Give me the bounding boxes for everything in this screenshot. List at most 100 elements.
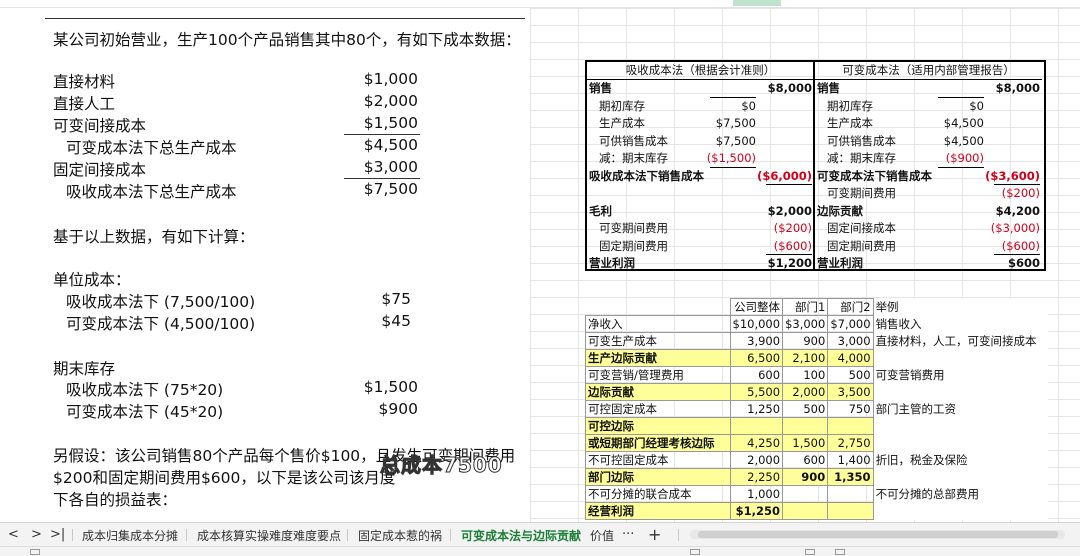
statement-row: 固定期间费用 ($600) — [815, 238, 1042, 255]
segment-note: 折旧，税金及保险 — [873, 451, 1049, 469]
statement-row-label: 减：期末库存 — [599, 151, 668, 165]
statement-subtotal-value: $0 — [741, 98, 756, 113]
segment-value-cell: 600 — [782, 451, 829, 469]
statement-subtotal-value: $4,500 — [943, 133, 984, 148]
segment-row: 部门边际 2,250 900 1,350 — [585, 468, 1049, 486]
cost-item-value: $4,500 — [363, 136, 418, 154]
statement-row: 减：期末库存 ($900) — [815, 150, 1042, 167]
segment-row-label: 经营利润 — [585, 502, 731, 520]
scrollbar-thumb[interactable] — [698, 531, 1058, 538]
segment-header-row: 公司整体 部门1 部门2 举例 — [586, 298, 1049, 316]
statement-row-label: 生产成本 — [599, 116, 645, 130]
statement-row-label: 营业利润 — [817, 256, 863, 270]
segment-row: 可变营销/管理费用 600 100 500 可变营销费用 — [585, 366, 1049, 384]
cost-item-value: $1,500 — [363, 114, 418, 132]
segment-value-cell — [827, 502, 874, 520]
absorption-header: 吸收成本法（根据会计准则） — [587, 62, 814, 80]
segment-note — [873, 502, 1049, 520]
next-sheet-arrow-icon[interactable]: > — [31, 527, 42, 542]
segment-note — [873, 468, 1049, 486]
segment-value-cell: 4,250 — [729, 434, 784, 452]
view-page-icon[interactable] — [835, 549, 845, 555]
statement-row: 毛利 $2,000 — [587, 203, 814, 220]
segment-row-label: 不可控固定成本 — [585, 451, 731, 469]
segment-header-cell — [586, 299, 731, 316]
statement-subtotal-value: ($900) — [945, 151, 984, 165]
segment-header-cell: 部门2 — [827, 298, 874, 316]
statement-subtotal-value: ($1,500) — [706, 151, 756, 165]
unit-cost-value: $75 — [381, 290, 411, 308]
segment-value-cell: 1,000 — [729, 485, 784, 503]
subtotal-rule — [344, 134, 420, 135]
tab-cost-allocation[interactable]: 成本归集成本分摊 — [82, 527, 178, 544]
statement-row-label: 减：期末库存 — [827, 151, 896, 165]
segment-value-cell — [729, 417, 784, 435]
view-normal-icon[interactable] — [690, 549, 700, 555]
segment-value-cell: 900 — [782, 332, 829, 350]
segment-row: 可控边际 — [585, 417, 1049, 435]
segment-value-cell: 2,000 — [782, 383, 829, 401]
statement-row: 生产成本 $4,500 — [815, 115, 1042, 132]
statement-total-value: ($6,000) — [757, 168, 812, 183]
statement-total-value: $4,200 — [995, 203, 1040, 218]
tab-value[interactable]: 价值 — [590, 527, 614, 544]
segment-value-cell: 600 — [729, 366, 784, 384]
column-header-strip — [0, 0, 1080, 8]
segment-value-cell — [782, 417, 829, 435]
segment-note: 不可分摊的总部费用 — [873, 485, 1049, 503]
segment-value-cell: $1,250 — [729, 502, 784, 520]
segment-value-cell: 2,000 — [729, 451, 784, 469]
ending-inventory-label: 可变成本法下 (45*20) — [66, 403, 224, 421]
tab-variable-costing[interactable]: 可变成本法与边际贡献 — [461, 527, 582, 548]
horizontal-scrollbar[interactable] — [690, 530, 1065, 539]
segment-row: 可控固定成本 1,250 500 750 部门主管的工资 — [585, 400, 1049, 418]
variable-header: 可变成本法（适用内部管理报告） — [815, 62, 1042, 80]
segment-note: 可变营销费用 — [873, 366, 1049, 384]
segment-row-label: 边际贡献 — [585, 383, 731, 401]
last-sheet-arrow-icon[interactable]: >| — [50, 527, 65, 542]
view-layout-icon[interactable] — [805, 549, 815, 555]
segment-row-label: 净收入 — [585, 315, 731, 333]
more-tabs-button[interactable]: ··· — [622, 527, 634, 542]
statement-row-label: 销售 — [589, 81, 612, 95]
assumption-line-2: $200和固定期间费用$600，以下是该公司该月度 — [53, 469, 396, 487]
statement-row: 销售 $8,000 — [815, 80, 1042, 97]
tab-fixed-cost[interactable]: 固定成本惹的祸 — [358, 527, 442, 544]
tab-costing-difficulty[interactable]: 成本核算实操难度难度要点 — [197, 527, 341, 544]
segment-margin-table: 公司整体 部门1 部门2 举例 净收入 $10,000 $3,000 $7,000 销售收入 可变… — [585, 298, 1049, 520]
cost-item-label: 固定间接成本 — [53, 161, 147, 179]
statement-row: 可变期间费用 ($200) — [815, 185, 1042, 202]
statement-row-label: 固定间接成本 — [827, 221, 896, 235]
segment-note: 部门主管的工资 — [873, 400, 1049, 418]
segment-value-cell: $3,000 — [782, 315, 829, 333]
statement-total-value: $1,200 — [767, 256, 812, 270]
add-sheet-button[interactable]: + — [648, 525, 661, 544]
unit-cost-label: 可变成本法下 (4,500/100) — [66, 315, 256, 333]
segment-value-cell — [827, 417, 874, 435]
statement-underline — [710, 96, 756, 98]
statement-total-value: ($600) — [1001, 238, 1040, 253]
segment-value-cell: 3,000 — [827, 332, 874, 350]
segment-row: 边际贡献 5,500 2,000 3,500 — [585, 383, 1049, 401]
statement-row: 营业利润 $600 — [815, 255, 1042, 272]
statement-row-label: 可供销售成本 — [827, 133, 896, 148]
statement-row-label: 可变成本法下销售成本 — [817, 168, 932, 183]
statement-subtotal-value: $7,500 — [715, 116, 756, 130]
income-statement-table: 吸收成本法（根据会计准则） 销售 $8,000 期初库存 $0 生产成本 $7,500 可供… — [585, 60, 1046, 271]
variable-costing-section: 可变成本法（适用内部管理报告） 销售 $8,000 期初库存 $0 生产成本 $4,500… — [815, 62, 1042, 272]
tab-separator — [72, 529, 73, 541]
segment-value-cell: 5,500 — [729, 383, 784, 401]
first-sheet-arrow-icon[interactable]: < — [8, 527, 19, 542]
calc-heading: 基于以上数据，有如下计算： — [53, 228, 255, 246]
statement-row-label: 固定期间费用 — [827, 238, 896, 253]
statement-row-label: 销售 — [817, 81, 840, 95]
segment-row: 可变生产成本 3,900 900 3,000 直接材料，人工，可变间接成本 — [585, 332, 1049, 350]
segment-note: 直接材料，人工，可变间接成本 — [873, 332, 1049, 350]
segment-row: 或短期部门经理考核边际 4,250 1,500 2,750 — [585, 434, 1049, 452]
statement-row: 可供销售成本 $4,500 — [815, 133, 1042, 150]
statement-total-value: ($600) — [773, 238, 812, 253]
ending-inventory-label: 吸收成本法下 (75*20) — [66, 381, 224, 399]
cost-item-value: $3,000 — [363, 158, 418, 176]
tab-separator — [450, 529, 451, 541]
segment-header-cell: 公司整体 — [729, 298, 784, 316]
